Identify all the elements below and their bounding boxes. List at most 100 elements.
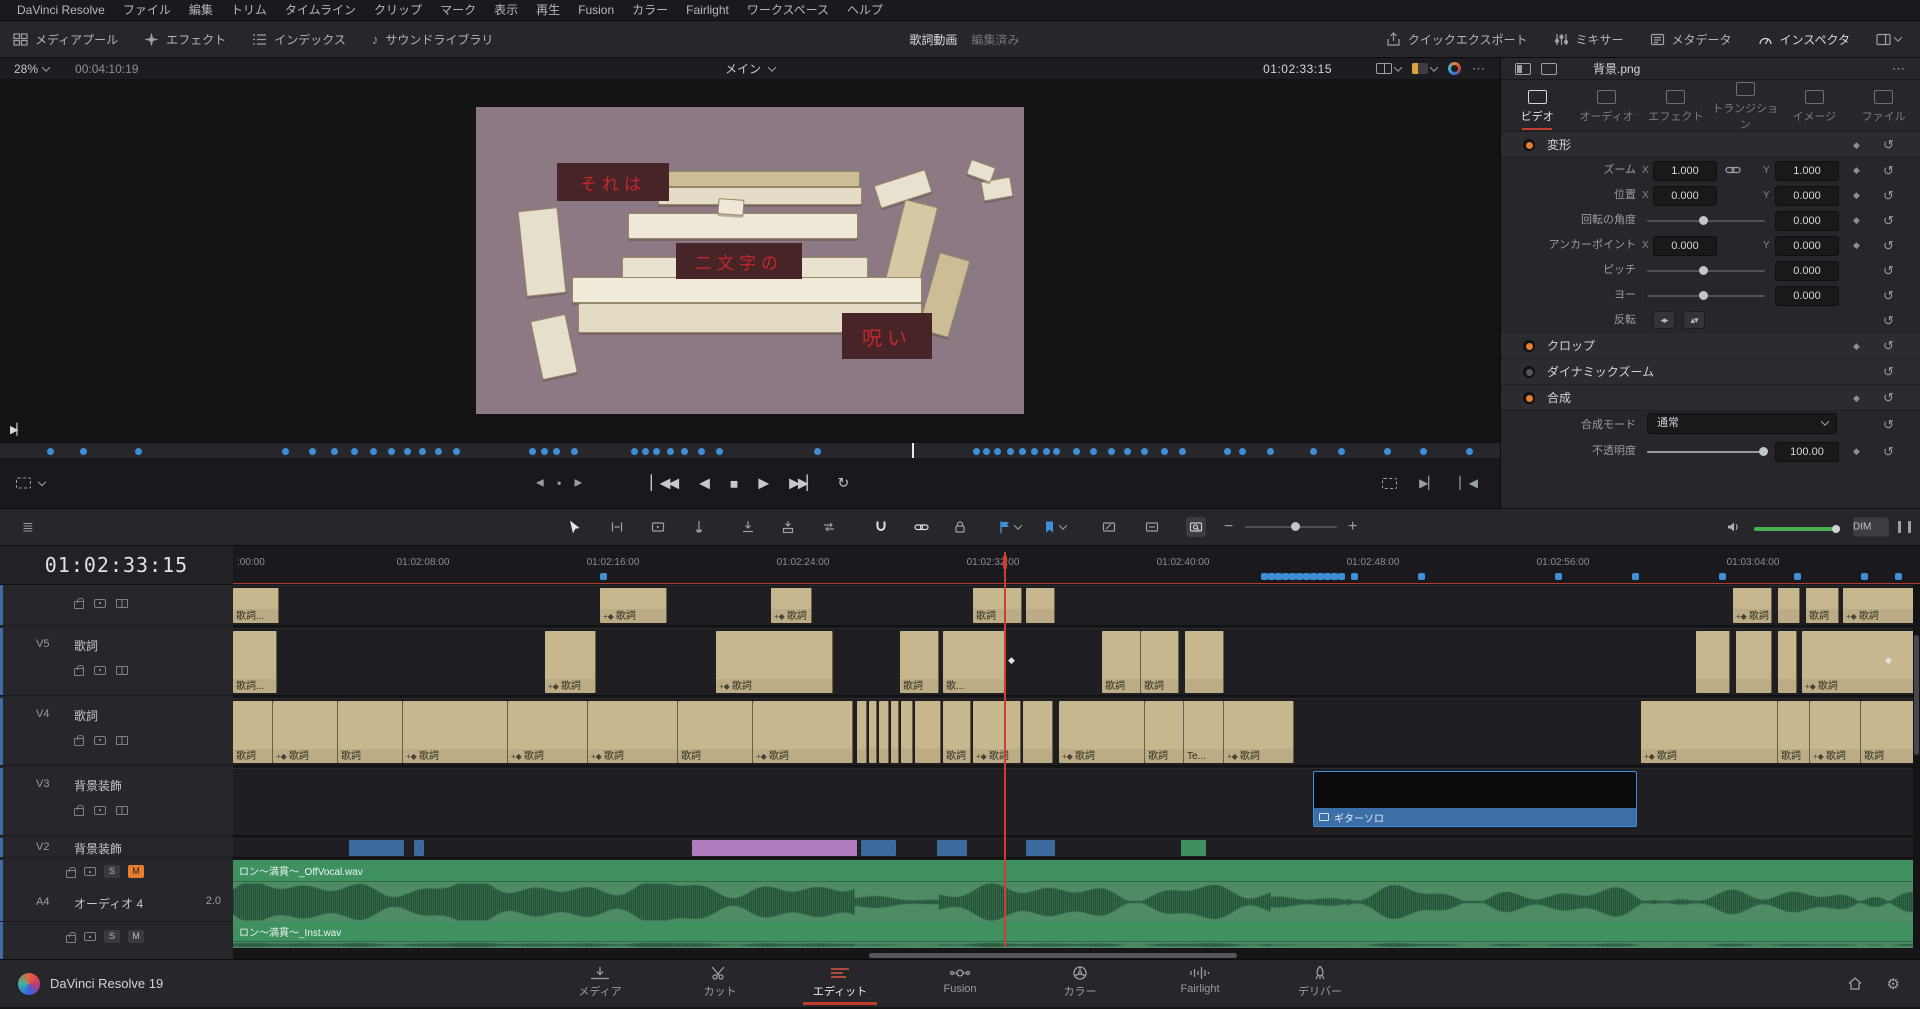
timeline-clip[interactable]: Te...: [1184, 701, 1224, 763]
workspace-panel-button[interactable]: [1863, 21, 1914, 57]
position-y-field[interactable]: 0.000: [1775, 186, 1839, 206]
audio-waveform-offvocal[interactable]: [233, 882, 1920, 922]
timeline-marker[interactable]: [1289, 573, 1296, 580]
track-header-a4[interactable]: SM: [0, 922, 233, 959]
scrubber-marker[interactable]: [404, 448, 411, 455]
timeline-view-options-icon[interactable]: ≣: [22, 519, 34, 536]
index-button[interactable]: インデックス: [239, 21, 359, 57]
reset-icon[interactable]: ↺: [1883, 308, 1894, 333]
timeline-clip[interactable]: [1778, 631, 1797, 693]
scrubber-marker[interactable]: [1108, 448, 1115, 455]
page-color[interactable]: カラー: [1020, 963, 1140, 1005]
timeline-clip[interactable]: +◆歌詞: [753, 701, 853, 763]
dynamic-trim-tool[interactable]: [651, 520, 665, 534]
viewer-options-button[interactable]: ⋯: [1472, 61, 1486, 77]
previous-marker-button[interactable]: ◀: [536, 478, 544, 489]
timeline-clip[interactable]: +◆歌詞: [588, 701, 678, 763]
timeline-marker[interactable]: [1268, 573, 1275, 580]
effects-button[interactable]: エフェクト: [131, 21, 239, 57]
scrubber-marker[interactable]: [453, 448, 460, 455]
section-composite[interactable]: 合成 ◆ ↺: [1501, 385, 1920, 411]
timeline-clip[interactable]: [901, 701, 913, 763]
section-crop[interactable]: クロップ ◆ ↺: [1501, 333, 1920, 359]
timeline-clip[interactable]: +◆歌詞: [600, 588, 667, 623]
timeline-ruler[interactable]: :00:0001:02:08:0001:02:16:0001:02:24:000…: [233, 546, 1920, 584]
timeline-clip[interactable]: +◆歌詞: [403, 701, 508, 763]
menu-item[interactable]: クリップ: [365, 0, 431, 20]
scrubber-marker[interactable]: [1053, 448, 1060, 455]
section-dynamic-zoom[interactable]: ダイナミックズーム ↺: [1501, 359, 1920, 385]
timeline-marker[interactable]: [1632, 573, 1639, 580]
menu-item[interactable]: 再生: [527, 0, 569, 20]
timeline-clip[interactable]: [1778, 588, 1800, 623]
reset-icon[interactable]: ↺: [1883, 208, 1894, 233]
scrubber-marker[interactable]: [1031, 448, 1038, 455]
proxy-badge-button[interactable]: [1412, 63, 1437, 74]
solo-button[interactable]: S: [104, 930, 120, 943]
scrubber-marker[interactable]: [994, 448, 1001, 455]
timeline-marker[interactable]: [1282, 573, 1289, 580]
zoom-tool-button[interactable]: [1186, 517, 1206, 537]
timeline-marker[interactable]: [1351, 573, 1358, 580]
timeline-clip[interactable]: [1023, 701, 1053, 763]
inspector-tab[interactable]: ファイル: [1851, 88, 1917, 124]
scrubber-marker[interactable]: [1007, 448, 1014, 455]
auto-select-icon[interactable]: [94, 666, 106, 675]
selection-tool[interactable]: [568, 520, 582, 534]
scrubber-marker[interactable]: [388, 448, 395, 455]
scrubber-marker[interactable]: [973, 448, 980, 455]
flip-horizontal-button[interactable]: ◂▸: [1653, 311, 1675, 329]
timeline-clip[interactable]: 歌詞: [1778, 701, 1810, 763]
mixer-button[interactable]: ミキサー: [1541, 21, 1637, 57]
scrubber-marker[interactable]: [1179, 448, 1186, 455]
yaw-slider[interactable]: [1647, 295, 1765, 297]
keyframe-icon[interactable]: ◆: [1853, 439, 1860, 464]
yaw-field[interactable]: 0.000: [1775, 286, 1839, 306]
auto-select-icon[interactable]: [94, 736, 106, 745]
scrubber-marker[interactable]: [1466, 448, 1473, 455]
lock-icon[interactable]: [74, 601, 84, 609]
timeline-clip[interactable]: +◆歌詞: [545, 631, 596, 693]
inspector-tab[interactable]: オーディオ: [1574, 88, 1640, 124]
timeline-clip[interactable]: [1696, 631, 1730, 693]
timeline-clip[interactable]: +◆歌詞: [508, 701, 588, 763]
inspector-tab[interactable]: イメージ: [1781, 88, 1847, 124]
scrubber-marker[interactable]: [553, 448, 560, 455]
track-header-a3[interactable]: SM A4 オーディオ 4 2.0: [0, 860, 233, 922]
timeline-clip[interactable]: 歌詞: [943, 701, 971, 763]
scrubber-marker[interactable]: [1384, 448, 1391, 455]
viewer-scrubber[interactable]: [0, 442, 1500, 458]
menu-item[interactable]: Fusion: [569, 0, 623, 20]
menu-item[interactable]: タイムライン: [276, 0, 365, 20]
monitor-volume-slider[interactable]: [1754, 527, 1838, 531]
prev-edit-button[interactable]: ▏◀: [1460, 476, 1478, 490]
scrubber-marker[interactable]: [814, 448, 821, 455]
scrubber-marker[interactable]: [47, 448, 54, 455]
flip-vertical-button[interactable]: ▴▾: [1683, 311, 1705, 329]
keyframe-marker[interactable]: ◆: [1885, 655, 1892, 666]
composite-toggle[interactable]: [1523, 392, 1535, 404]
timeline-clip[interactable]: +◆歌詞: [1059, 701, 1145, 763]
zoom-x-field[interactable]: 1.000: [1653, 161, 1717, 181]
timeline-clip[interactable]: +◆歌詞: [1843, 588, 1919, 623]
timeline-clip[interactable]: 歌詞: [1102, 631, 1141, 693]
viewer-stage[interactable]: それは 二文字の 呪い ▶▏: [0, 80, 1500, 442]
timeline-marker[interactable]: [1418, 573, 1425, 580]
snapping-toggle[interactable]: [874, 520, 888, 534]
track-options-icon[interactable]: [116, 736, 128, 745]
scrubber-marker[interactable]: [351, 448, 358, 455]
timeline-clip[interactable]: +◆歌詞: [1802, 631, 1919, 693]
reset-icon[interactable]: ↺: [1883, 411, 1894, 439]
anchor-y-field[interactable]: 0.000: [1775, 236, 1839, 256]
timeline-marker[interactable]: [600, 573, 607, 580]
menu-item[interactable]: 編集: [180, 0, 222, 20]
timeline-clip[interactable]: 歌詞: [973, 588, 1022, 623]
loop-button[interactable]: ↻: [837, 475, 849, 492]
marker-button[interactable]: [1043, 520, 1066, 534]
transform-toggle[interactable]: [1523, 139, 1535, 151]
timeline-clip[interactable]: 歌...: [943, 631, 1005, 693]
menu-item[interactable]: DaVinci Resolve: [8, 0, 114, 20]
timeline-clip[interactable]: [1185, 631, 1224, 693]
timeline-clip[interactable]: 歌詞: [1861, 701, 1919, 763]
track-header-v6[interactable]: [0, 585, 233, 626]
